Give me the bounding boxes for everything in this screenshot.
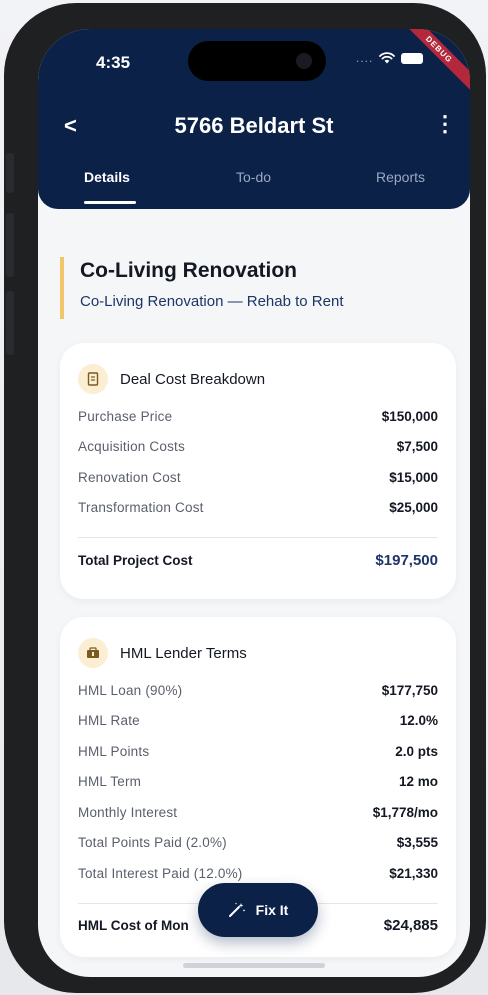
list-item: Acquisition Costs $7,500	[78, 432, 438, 463]
row-label: HML Points	[78, 743, 150, 759]
row-label: HML Term	[78, 774, 142, 790]
card-title: Deal Cost Breakdown	[120, 370, 266, 388]
status-icons: ....	[356, 51, 424, 65]
fix-it-button[interactable]: Fix It	[198, 883, 318, 937]
row-value: $3,555	[396, 835, 438, 851]
project-name: Co-Living Renovation	[80, 259, 297, 282]
active-tab-indicator	[84, 201, 136, 204]
row-label: Renovation Cost	[78, 469, 181, 485]
list-item: HML Rate 12.0%	[78, 706, 438, 737]
row-label: Total Interest Paid (12.0%)	[78, 865, 243, 881]
total-value: $24,885	[383, 917, 438, 934]
page-title: 5766 Beldart St	[174, 113, 334, 138]
row-label: Purchase Price	[78, 408, 173, 424]
volume-up-button	[6, 213, 14, 277]
row-value: $177,750	[381, 682, 438, 698]
battery-icon	[401, 52, 424, 64]
receipt-icon	[78, 364, 108, 394]
list-item: Renovation Cost $15,000	[78, 462, 438, 493]
row-value: 12 mo	[398, 774, 438, 790]
project-subtitle: Co-Living Renovation — Rehab to Rent	[80, 293, 344, 310]
more-options-button[interactable]: ⋮	[434, 111, 456, 137]
list-item: Purchase Price $150,000	[78, 401, 438, 432]
total-label: Total Project Cost	[78, 552, 193, 568]
list-item: Total Points Paid (2.0%) $3,555	[78, 828, 438, 859]
bank-icon	[78, 638, 108, 668]
row-label: Monthly Interest	[78, 804, 178, 820]
total-row: Total Project Cost $197,500	[78, 538, 438, 582]
row-value: $150,000	[381, 408, 438, 424]
row-value: 12.0%	[399, 713, 438, 729]
total-value: $197,500	[375, 551, 438, 569]
status-time: 4:35	[96, 53, 131, 72]
row-value: 2.0 pts	[395, 743, 438, 759]
row-label: HML Loan (90%)	[78, 682, 183, 698]
camera-icon	[296, 53, 312, 69]
row-value: $15,000	[389, 469, 438, 485]
row-label: Total Points Paid (2.0%)	[78, 835, 227, 851]
deal-cost-card: Deal Cost Breakdown Purchase Price $150,…	[60, 343, 456, 599]
mute-switch	[6, 153, 14, 193]
card-header: Deal Cost Breakdown	[78, 357, 438, 401]
fix-it-label: Fix It	[255, 902, 289, 918]
tab-reports[interactable]: Reports	[376, 169, 425, 185]
row-value: $7,500	[396, 439, 438, 455]
dynamic-island	[188, 41, 326, 81]
phone-frame: 4:35 .... DEBUG < 5766 Beldart St ⋮ Deta…	[4, 3, 486, 993]
wifi-icon	[379, 52, 396, 64]
list-item: HML Points 2.0 pts	[78, 736, 438, 767]
row-value: $1,778/mo	[372, 804, 438, 820]
total-label: HML Cost of Mon	[78, 918, 189, 933]
list-item: HML Term 12 mo	[78, 767, 438, 798]
tab-todo[interactable]: To-do	[236, 169, 271, 185]
list-item: Monthly Interest $1,778/mo	[78, 797, 438, 828]
list-item: Transformation Cost $25,000	[78, 493, 438, 524]
row-value: $21,330	[389, 865, 438, 881]
screen: 4:35 .... DEBUG < 5766 Beldart St ⋮ Deta…	[38, 29, 470, 977]
signal-icon: ....	[356, 51, 374, 65]
card-header: HML Lender Terms	[78, 631, 438, 675]
list-item: HML Loan (90%) $177,750	[78, 675, 438, 706]
magic-wand-icon	[228, 902, 246, 917]
app-header: 4:35 .... DEBUG < 5766 Beldart St ⋮ Deta…	[38, 29, 470, 209]
home-indicator	[183, 963, 325, 968]
volume-down-button	[6, 291, 14, 355]
row-label: Acquisition Costs	[78, 439, 185, 455]
project-heading: Co-Living Renovation Co-Living Renovatio…	[60, 257, 440, 319]
tab-details[interactable]: Details	[84, 169, 130, 185]
app-frame: 4:35 .... DEBUG < 5766 Beldart St ⋮ Deta…	[0, 0, 488, 995]
card-title: HML Lender Terms	[120, 644, 247, 662]
row-label: Transformation Cost	[78, 500, 204, 516]
row-label: HML Rate	[78, 713, 140, 729]
row-value: $25,000	[389, 500, 438, 516]
